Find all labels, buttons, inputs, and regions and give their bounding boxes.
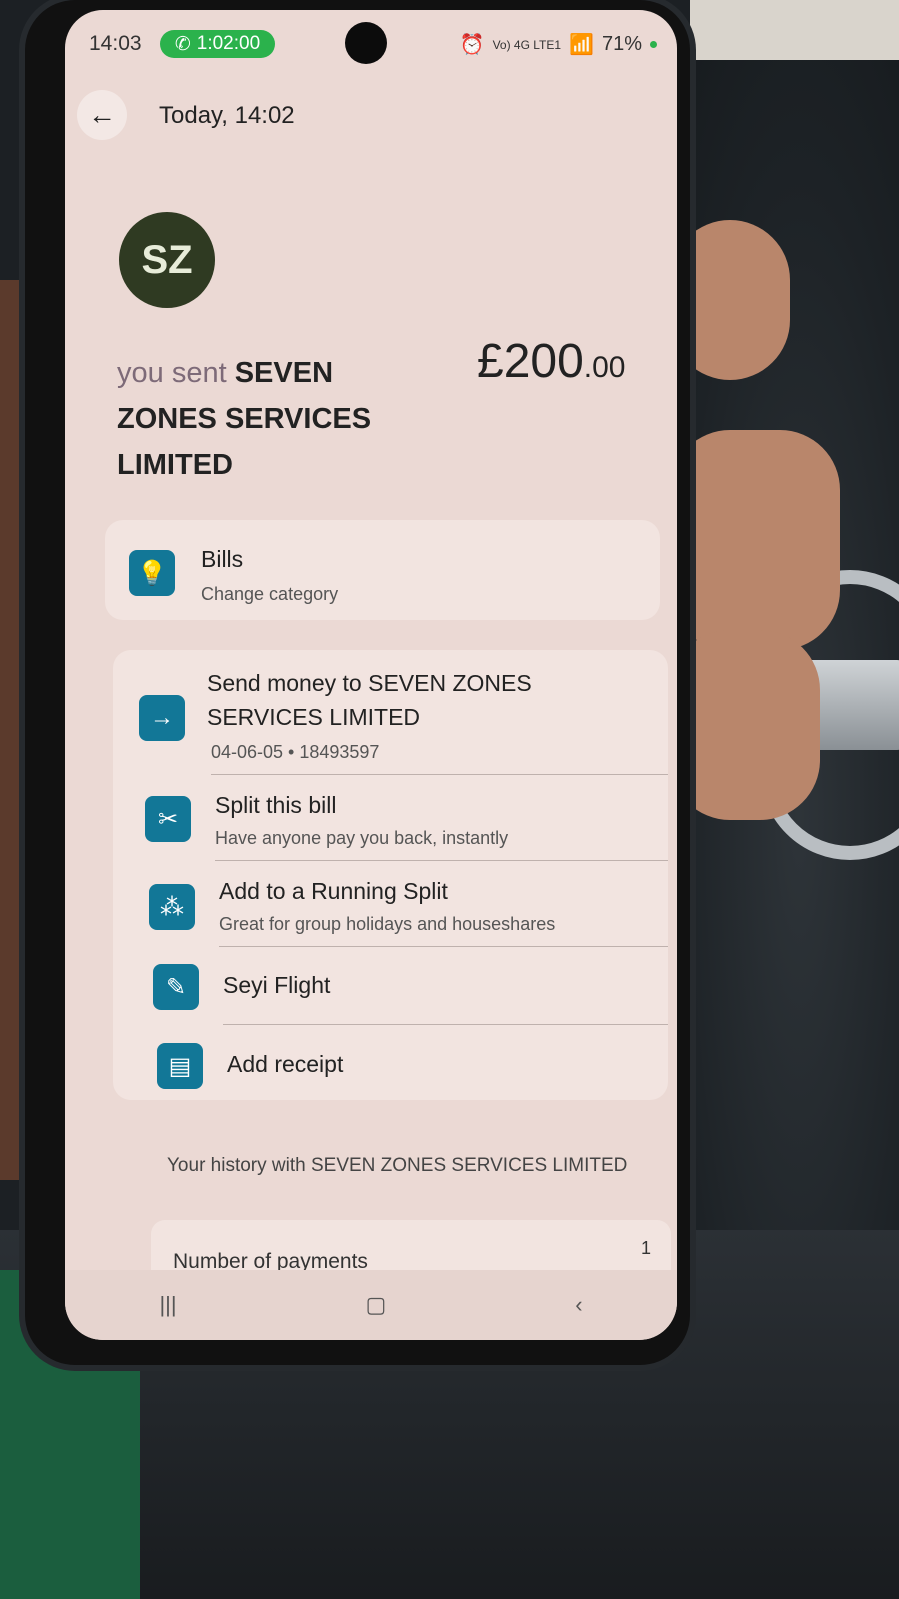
- category-title: Bills: [201, 546, 244, 572]
- account-details: 04-06-05 • 18493597: [211, 742, 380, 762]
- network-indicator: Vo) 4G LTE1: [492, 37, 562, 52]
- call-timer: 1:02:00: [196, 33, 261, 54]
- phone-screen: 14:03 ✆ 1:02:00 ⏰ Vo) 4G LTE1 📶 71% ← To…: [65, 10, 677, 1340]
- send-money-row[interactable]: → Send money to SEVEN ZONES SERVICES LIM…: [113, 650, 668, 775]
- alarm-icon: ⏰: [459, 34, 485, 56]
- add-receipt-title: Add receipt: [227, 1051, 344, 1077]
- battery-level: 71%: [601, 33, 642, 55]
- back-nav-icon[interactable]: ‹: [575, 1292, 582, 1318]
- note-title: Seyi Flight: [223, 972, 331, 998]
- divider: [211, 774, 668, 775]
- split-bill-title: Split this bill: [215, 792, 337, 818]
- running-split-subtitle: Great for group holidays and houseshares: [219, 914, 556, 934]
- actions-card: → Send money to SEVEN ZONES SERVICES LIM…: [113, 650, 668, 1100]
- payments-value: 1: [640, 1238, 651, 1258]
- arrow-right-icon: →: [139, 695, 185, 741]
- phone: 14:03 ✆ 1:02:00 ⏰ Vo) 4G LTE1 📶 71% ← To…: [25, 0, 690, 1365]
- send-money-title: Send money to SEVEN ZONES SERVICES LIMIT…: [207, 670, 532, 730]
- status-time: 14:03: [89, 32, 142, 55]
- split-bill-icon: ✂: [145, 796, 191, 842]
- front-camera: [345, 22, 387, 64]
- status-bar: 14:03 ✆ 1:02:00 ⏰ Vo) 4G LTE1 📶 71%: [65, 10, 677, 74]
- recent-apps-icon[interactable]: |||: [159, 1292, 176, 1318]
- phone-icon: ✆: [174, 33, 191, 55]
- history-title: Your history with SEVEN ZONES SERVICES L…: [167, 1155, 628, 1176]
- call-indicator[interactable]: ✆ 1:02:00: [160, 30, 275, 58]
- category-subtitle[interactable]: Change category: [201, 584, 338, 605]
- sent-prefix: you sent: [117, 357, 227, 389]
- transaction-description: you sent SEVEN ZONES SERVICES LIMITED: [117, 350, 417, 488]
- amount-cents: .00: [583, 351, 626, 384]
- split-bill-row[interactable]: ✂ Split this bill Have anyone pay you ba…: [113, 776, 668, 861]
- finger: [670, 630, 820, 820]
- running-split-title: Add to a Running Split: [219, 878, 448, 904]
- group-icon: ⁂: [149, 884, 195, 930]
- category-card[interactable]: 💡 Bills Change category: [105, 520, 660, 620]
- amount-main: £200: [477, 335, 584, 388]
- transaction-amount: £200.00: [477, 334, 626, 389]
- arrow-left-icon: ←: [88, 99, 116, 130]
- system-nav-bar: ||| ▢ ‹: [65, 1270, 677, 1340]
- running-split-row[interactable]: ⁂ Add to a Running Split Great for group…: [113, 862, 668, 947]
- divider: [215, 860, 668, 861]
- receipt-icon: ▤: [157, 1043, 203, 1089]
- pencil-icon: ✎: [153, 964, 199, 1010]
- page-title: Today, 14:02: [159, 102, 295, 129]
- back-button[interactable]: ←: [77, 90, 127, 140]
- avatar: SZ: [119, 212, 215, 308]
- note-row[interactable]: ✎ Seyi Flight: [113, 948, 668, 1026]
- signal-icon: 📶: [569, 34, 594, 56]
- add-receipt-row[interactable]: ▤ Add receipt: [113, 1027, 668, 1099]
- home-icon[interactable]: ▢: [366, 1292, 387, 1318]
- lightbulb-icon: 💡: [129, 550, 175, 596]
- split-bill-subtitle: Have anyone pay you back, instantly: [215, 828, 509, 848]
- status-icons: ⏰ Vo) 4G LTE1 📶 71%: [460, 32, 657, 57]
- divider: [223, 1024, 668, 1025]
- divider: [219, 946, 668, 947]
- battery-dot-icon: [650, 41, 657, 48]
- finger: [670, 430, 840, 650]
